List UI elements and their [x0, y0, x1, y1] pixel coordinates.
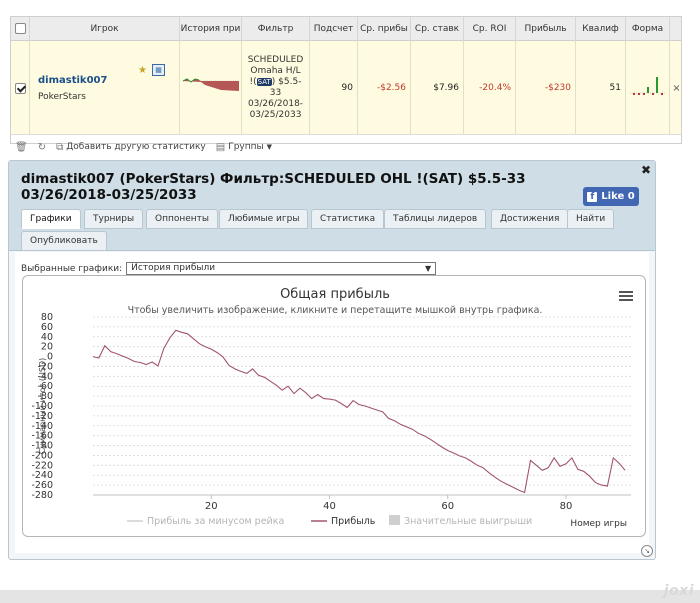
col-filter[interactable]: Фильтр: [241, 17, 309, 41]
legend-swatch-2: [389, 515, 400, 525]
avg-stake-cell: $7.96: [410, 41, 463, 135]
resize-handle-icon[interactable]: ↘: [641, 545, 653, 557]
legend-label-1: Прибыль: [331, 516, 376, 527]
window-title: dimastik007 (PokerStars) Фильтр:SCHEDULE…: [21, 171, 526, 203]
row-select-cell[interactable]: [11, 41, 29, 135]
close-icon[interactable]: ✖: [641, 163, 651, 177]
chart-subtitle: Чтобы увеличить изображение, кликните и …: [128, 305, 543, 316]
x-tick-label: 20: [205, 501, 218, 512]
filter-line-5: 03/26/2018-: [247, 99, 304, 109]
table-row[interactable]: dimastik007 PokerStars ★ ▦ SCHEDULED Oma…: [11, 41, 681, 135]
col-player[interactable]: Игрок: [29, 17, 179, 41]
history-sparkline-cell[interactable]: [179, 41, 241, 135]
filter-line-3a: !(: [249, 77, 257, 87]
row-remove-cell[interactable]: ×: [669, 41, 683, 135]
filter-line-3: !(SAT) $5.5-: [250, 77, 302, 88]
col-profit[interactable]: Прибыль: [515, 17, 575, 41]
calendar-icon[interactable]: ▦: [152, 64, 165, 76]
avg-roi-cell: -20.4%: [463, 41, 515, 135]
tab-favorite-games[interactable]: Любимые игры: [219, 209, 309, 229]
groups-button[interactable]: ▤ Группы ▼: [216, 142, 272, 153]
y-axis-title: Суммарный итог (USD): [38, 358, 47, 455]
x-tick-label: 60: [441, 501, 454, 512]
dropdown-arrow-icon: ▼: [425, 264, 432, 273]
count-cell: 90: [309, 41, 357, 135]
filter-cell: SCHEDULED Omaha H/L !(SAT) $5.5- 33 03/2…: [241, 41, 309, 135]
chart-selector-row: Выбранные графики: История прибыли ▼: [21, 262, 437, 275]
filter-line-6: 03/25/2033: [249, 110, 302, 120]
copy-icon: ⧉: [56, 141, 64, 153]
col-form[interactable]: Форма: [625, 17, 669, 41]
chart-selector-value: История прибыли: [131, 263, 216, 273]
page-footer-band: [0, 590, 700, 603]
profit-cell: -$230: [515, 41, 575, 135]
like-label: Like 0: [601, 191, 635, 202]
col-history[interactable]: История при: [179, 17, 241, 41]
tab-opponents[interactable]: Оппоненты: [146, 209, 219, 229]
remove-icon[interactable]: ×: [672, 83, 680, 94]
col-avg-profit[interactable]: Ср. прибы: [357, 17, 410, 41]
select-all-checkbox[interactable]: [14, 23, 26, 34]
tab-achievements[interactable]: Достижения: [491, 209, 569, 229]
table-header: Игрок История при Фильтр Подсчет Ср. при…: [11, 17, 681, 41]
form-bars: [629, 77, 666, 95]
facebook-like-button[interactable]: f Like 0: [583, 187, 639, 206]
tab-publish[interactable]: Опубликовать: [21, 231, 107, 251]
col-extra: [669, 17, 683, 41]
chart-selector-label: Выбранные графики:: [21, 263, 123, 274]
series-line-profit: [92, 329, 626, 494]
row-checkbox[interactable]: [14, 82, 26, 94]
filter-line-4: 33: [269, 88, 282, 98]
tab-tournaments[interactable]: Турниры: [84, 209, 144, 229]
profit-chart-panel[interactable]: Общая прибыль Чтобы увеличить изображение…: [22, 275, 646, 537]
add-stats-label: Добавить другую статистику: [66, 142, 206, 152]
profit-chart[interactable]: Общая прибыль Чтобы увеличить изображение…: [23, 276, 647, 538]
chart-menu-icon-bar: [619, 299, 633, 301]
legend-label-2: Значительные выигрыши: [404, 516, 532, 527]
col-avg-stake[interactable]: Ср. ставк: [410, 17, 463, 41]
add-stats-button[interactable]: ⧉ Добавить другую статистику: [56, 142, 206, 153]
sat-badge: SAT: [256, 78, 272, 86]
y-tick-label: -280: [31, 490, 53, 501]
col-avg-roi[interactable]: Ср. ROI: [463, 17, 515, 41]
filter-line-2: Omaha H/L: [250, 66, 301, 76]
col-qualify[interactable]: Квалиф: [575, 17, 625, 41]
chevron-down-icon: ▼: [266, 143, 273, 151]
filter-line-1: SCHEDULED: [247, 55, 304, 65]
form-cell: [625, 41, 669, 135]
player-cell: dimastik007 PokerStars ★ ▦: [29, 41, 179, 135]
window-body: Выбранные графики: История прибыли ▼ Общ…: [15, 252, 649, 553]
tab-charts[interactable]: Графики: [21, 209, 81, 229]
watermark: joxi: [663, 583, 694, 599]
facebook-icon: f: [587, 191, 598, 202]
x-tick-label: 40: [323, 501, 336, 512]
tab-leaderboards[interactable]: Таблицы лидеров: [384, 209, 487, 229]
x-axis-title: Номер игры: [570, 519, 627, 529]
tab-statistics[interactable]: Статистика: [311, 209, 385, 229]
chart-title: Общая прибыль: [280, 287, 390, 302]
stats-window: dimastik007 (PokerStars) Фильтр:SCHEDULE…: [8, 160, 656, 560]
groups-label: Группы: [228, 142, 264, 152]
chart-selector[interactable]: История прибыли ▼: [126, 262, 437, 275]
player-name-link[interactable]: dimastik007: [38, 75, 107, 86]
x-tick-label: 80: [560, 501, 573, 512]
legend-label-0: Прибыль за минусом рейка: [147, 516, 284, 527]
stats-table: Игрок История при Фильтр Подсчет Ср. при…: [10, 16, 682, 153]
chart-menu-icon-bar: [619, 295, 633, 297]
chart-menu-icon-bar: [619, 291, 633, 293]
window-header: dimastik007 (PokerStars) Фильтр:SCHEDULE…: [9, 161, 655, 251]
groups-icon: ▤: [215, 141, 226, 153]
trash-icon[interactable]: 🗑: [15, 142, 28, 153]
history-sparkline: [182, 78, 239, 91]
table-toolbar: 🗑 ↻ ⧉ Добавить другую статистику ▤ Групп…: [11, 135, 681, 159]
filter-line-3b: ) $5.5-: [271, 77, 302, 87]
tab-find[interactable]: Найти: [567, 209, 615, 229]
select-all-cell[interactable]: [11, 17, 29, 41]
col-count[interactable]: Подсчет: [309, 17, 357, 41]
avg-profit-cell: -$2.56: [357, 41, 410, 135]
player-site: PokerStars: [38, 91, 86, 102]
refresh-icon[interactable]: ↻: [38, 142, 46, 153]
qualify-cell: 51: [575, 41, 625, 135]
trophy-icon[interactable]: ★: [138, 65, 147, 76]
